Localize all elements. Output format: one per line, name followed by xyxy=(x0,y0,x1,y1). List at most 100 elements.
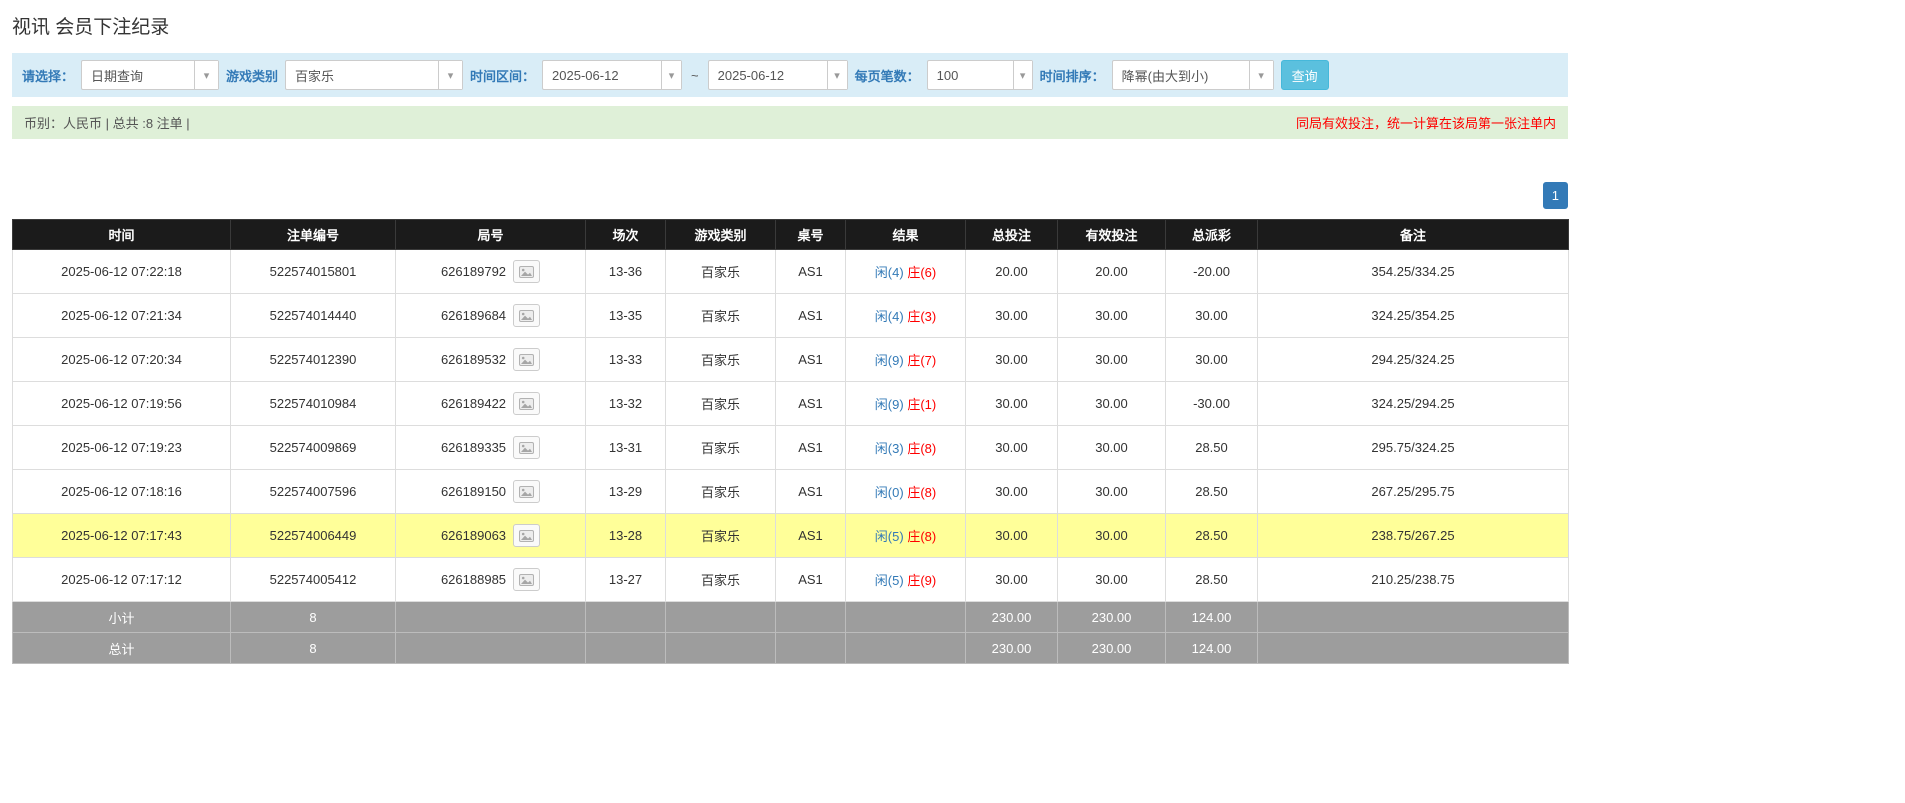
cell-time: 2025-06-12 07:21:34 xyxy=(12,293,231,338)
round-id-text: 626189792 xyxy=(440,264,507,279)
cell-time: 2025-06-12 07:22:18 xyxy=(12,249,231,294)
page-container: 视讯 会员下注纪录 请选择： 日期查询 ▾ 游戏类别 百家乐 ▾ 时间区间： ▾… xyxy=(12,0,1569,664)
game-type-select[interactable]: 百家乐 ▾ xyxy=(285,60,464,90)
round-preview-icon[interactable] xyxy=(513,348,541,371)
cell-table-no: AS1 xyxy=(775,425,846,470)
header-table-no: 桌号 xyxy=(775,219,846,250)
round-preview-icon[interactable] xyxy=(513,392,541,415)
cell-valid-bet: 30.00 xyxy=(1057,557,1166,602)
query-type-select[interactable]: 日期查询 ▾ xyxy=(81,60,220,90)
total-payout: 124.00 xyxy=(1165,632,1258,664)
empty-cell xyxy=(665,601,776,633)
round-id-text: 626189335 xyxy=(440,440,507,455)
chevron-down-icon[interactable]: ▾ xyxy=(194,61,219,89)
cell-session: 13-33 xyxy=(585,337,666,382)
cell-valid-bet: 30.00 xyxy=(1057,337,1166,382)
query-type-value: 日期查询 xyxy=(91,68,144,84)
cell-valid-bet: 30.00 xyxy=(1057,513,1166,558)
header-result: 结果 xyxy=(845,219,966,250)
sort-order-select[interactable]: 降幂(由大到小) ▾ xyxy=(1111,60,1274,90)
cell-note: 210.25/238.75 xyxy=(1257,557,1569,602)
cell-session: 13-35 xyxy=(585,293,666,338)
cell-total-bet[interactable]: 30.00 xyxy=(965,337,1058,382)
per-page-input[interactable] xyxy=(927,61,1013,89)
chevron-down-icon[interactable]: ▾ xyxy=(660,61,682,89)
cell-round-id: 626189532 xyxy=(395,337,586,382)
cell-round-id: 626189792 xyxy=(395,249,586,294)
cell-bet-id: 522574005412 xyxy=(230,557,396,602)
cell-game-type: 百家乐 xyxy=(665,337,776,382)
chevron-down-icon[interactable]: ▾ xyxy=(826,61,847,89)
header-note: 备注 xyxy=(1257,219,1569,250)
cell-game-type: 百家乐 xyxy=(665,469,776,514)
cell-total-bet[interactable]: 20.00 xyxy=(965,249,1058,294)
result-player: 闲(9) xyxy=(874,353,904,368)
round-preview-icon[interactable] xyxy=(513,568,541,591)
round-preview-icon[interactable] xyxy=(513,480,541,503)
table-row: 2025-06-12 07:19:23 522574009869 626189335… xyxy=(12,425,1569,470)
cell-valid-bet: 20.00 xyxy=(1057,249,1166,294)
subtotal-count: 8 xyxy=(230,601,396,633)
cell-result: 闲(4) 庄(3) xyxy=(845,293,966,338)
cell-result: 闲(5) 庄(8) xyxy=(845,513,966,558)
cell-total-bet[interactable]: 30.00 xyxy=(965,513,1058,558)
cell-valid-bet: 30.00 xyxy=(1057,293,1166,338)
empty-cell xyxy=(775,601,846,633)
result-player: 闲(5) xyxy=(874,573,904,588)
empty-cell xyxy=(1257,601,1569,633)
header-payout: 总派彩 xyxy=(1165,219,1258,250)
chevron-down-icon[interactable]: ▾ xyxy=(438,61,463,89)
cell-game-type: 百家乐 xyxy=(665,513,776,558)
records-table: 时间 注单编号 局号 场次 游戏类别 桌号 结果 总投注 有效投注 总派彩 备注… xyxy=(12,219,1569,664)
round-preview-icon[interactable] xyxy=(513,524,541,547)
result-banker: 庄(8) xyxy=(907,441,937,456)
result-player: 闲(3) xyxy=(874,441,904,456)
cell-time: 2025-06-12 07:17:43 xyxy=(12,513,231,558)
cell-session: 13-27 xyxy=(585,557,666,602)
cell-table-no: AS1 xyxy=(775,469,846,514)
empty-cell xyxy=(845,601,966,633)
date-range-separator: ~ xyxy=(691,67,699,83)
page-button-1[interactable]: 1 xyxy=(1542,182,1568,209)
cell-valid-bet: 30.00 xyxy=(1057,425,1166,470)
result-banker: 庄(9) xyxy=(907,573,937,588)
cell-table-no: AS1 xyxy=(775,557,846,602)
cell-total-bet[interactable]: 30.00 xyxy=(965,425,1058,470)
per-page-label: 每页笔数： xyxy=(854,68,920,84)
round-preview-icon[interactable] xyxy=(513,436,541,459)
cell-bet-id: 522574012390 xyxy=(230,337,396,382)
query-button[interactable]: 查询 xyxy=(1280,60,1329,90)
cell-total-bet[interactable]: 30.00 xyxy=(965,381,1058,426)
round-preview-icon[interactable] xyxy=(513,304,541,327)
cell-total-bet[interactable]: 30.00 xyxy=(965,469,1058,514)
date-from-picker[interactable]: ▾ xyxy=(542,60,683,90)
cell-total-bet[interactable]: 30.00 xyxy=(965,293,1058,338)
result-player: 闲(9) xyxy=(874,397,904,412)
cell-valid-bet: 30.00 xyxy=(1057,381,1166,426)
cell-table-no: AS1 xyxy=(775,249,846,294)
select-type-label: 请选择： xyxy=(22,68,75,84)
date-to-picker[interactable]: ▾ xyxy=(707,60,848,90)
date-from-input[interactable] xyxy=(543,61,661,89)
table-row: 2025-06-12 07:19:56 522574010984 626189422… xyxy=(12,381,1569,426)
cell-total-bet[interactable]: 30.00 xyxy=(965,557,1058,602)
result-banker: 庄(7) xyxy=(907,353,937,368)
chevron-down-icon[interactable]: ▾ xyxy=(1248,61,1273,89)
date-to-input[interactable] xyxy=(708,61,827,89)
empty-cell xyxy=(1257,632,1569,664)
cell-note: 324.25/354.25 xyxy=(1257,293,1569,338)
round-preview-icon[interactable] xyxy=(513,260,541,283)
total-row: 总计 8 230.00 230.00 124.00 xyxy=(12,632,1569,664)
cell-payout: 28.50 xyxy=(1165,469,1258,514)
table-row: 2025-06-12 07:22:18 522574015801 626189792… xyxy=(12,249,1569,294)
per-page-select[interactable]: ▾ xyxy=(926,60,1033,90)
header-session: 场次 xyxy=(585,219,666,250)
result-banker: 庄(6) xyxy=(907,265,937,280)
cell-table-no: AS1 xyxy=(775,293,846,338)
header-valid-bet: 有效投注 xyxy=(1057,219,1166,250)
result-banker: 庄(1) xyxy=(907,397,937,412)
cell-result: 闲(4) 庄(6) xyxy=(845,249,966,294)
cell-round-id: 626188985 xyxy=(395,557,586,602)
empty-cell xyxy=(775,632,846,664)
chevron-down-icon[interactable]: ▾ xyxy=(1012,61,1032,89)
